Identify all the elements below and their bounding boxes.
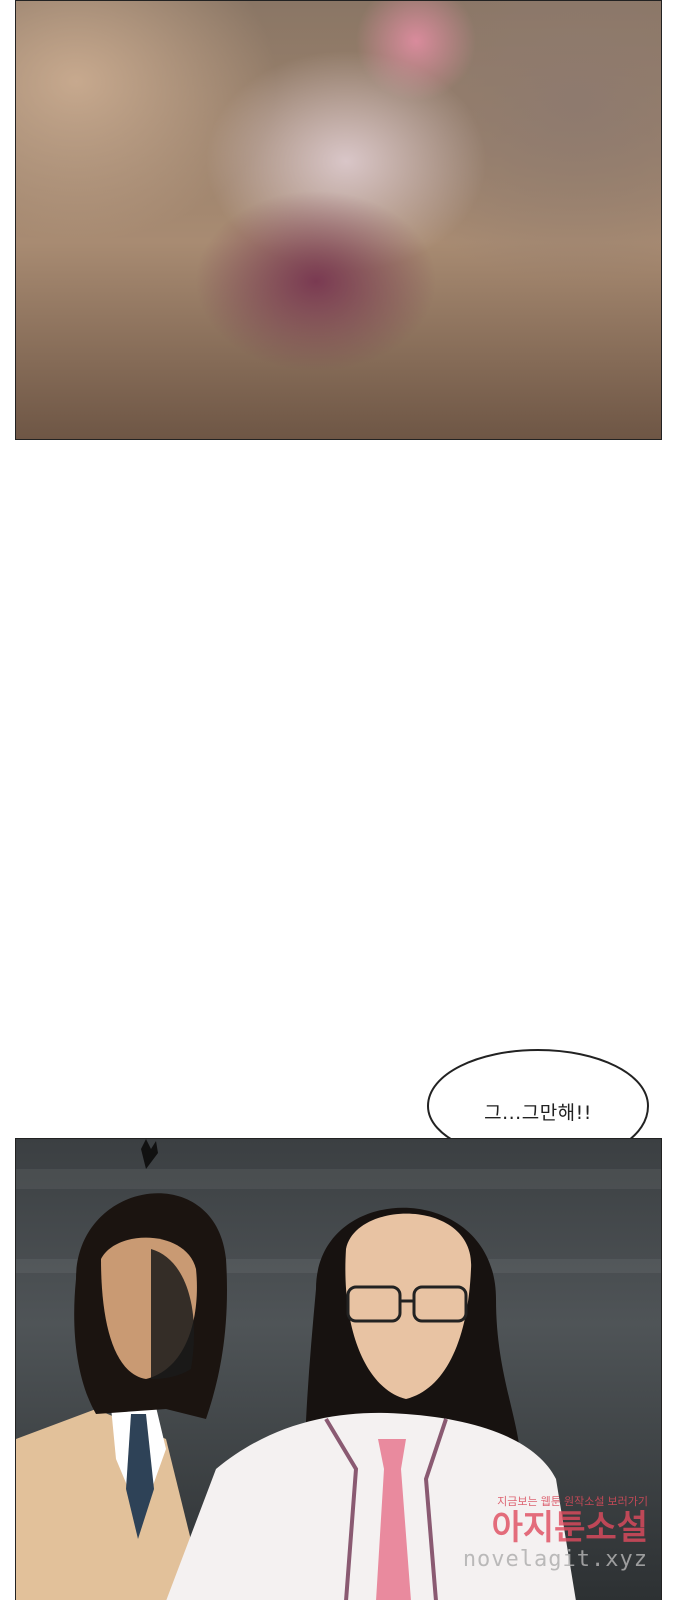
- watermark-tagline: 지금보는 웹툰 원작소설 보러가기: [497, 1496, 648, 1508]
- watermark: 지금보는 웹툰 원작소설 보러가기 아지툰소설 novelagit.xyz: [463, 1493, 648, 1572]
- speech-bubble-text: 그...그만해!!: [484, 1102, 592, 1124]
- watermark-brand: 아지툰소설: [491, 1508, 648, 1548]
- watermark-url: novelagit.xyz: [462, 1547, 648, 1572]
- blurred-image-panel: [15, 0, 662, 440]
- hair-topknot: [141, 1139, 158, 1169]
